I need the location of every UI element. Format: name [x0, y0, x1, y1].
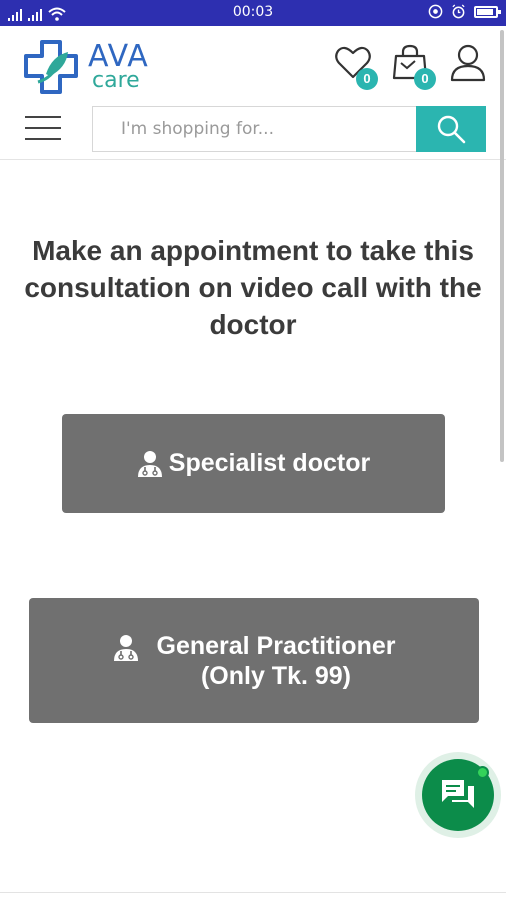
- user-icon: [450, 44, 486, 82]
- menu-icon[interactable]: [25, 116, 61, 142]
- battery-icon: [474, 5, 501, 18]
- gp-label-line2: (Only Tk. 99): [200, 661, 352, 690]
- wishlist-count-badge: 0: [356, 68, 378, 90]
- account-button[interactable]: [450, 44, 490, 84]
- battery-level: [477, 8, 493, 15]
- page-heading: Make an appointment to take this consult…: [24, 235, 482, 340]
- online-status-dot: [476, 766, 489, 779]
- alarm-icon: [452, 4, 465, 19]
- bottom-divider: [0, 892, 506, 893]
- doctor-icon: [113, 634, 138, 661]
- cart-count-badge: 0: [414, 68, 436, 90]
- search-input[interactable]: [93, 107, 416, 151]
- search-icon: [437, 115, 466, 144]
- specialist-doctor-label: Specialist doctor: [168, 449, 371, 477]
- page-scrollbar[interactable]: [500, 30, 504, 462]
- chat-icon: [442, 780, 474, 808]
- search-button[interactable]: [416, 106, 486, 152]
- specialist-doctor-button[interactable]: Specialist doctor: [62, 414, 445, 513]
- logo[interactable]: AVA care: [22, 38, 149, 96]
- app-header: AVA care 0 0: [0, 26, 506, 160]
- logo-text: AVA care: [88, 42, 149, 92]
- gp-label-line1: General Practitioner: [156, 631, 396, 660]
- general-practitioner-button[interactable]: General Practitioner (Only Tk. 99): [29, 598, 479, 723]
- general-practitioner-label: General Practitioner (Only Tk. 99): [157, 631, 396, 691]
- medical-cross-logo-icon: [24, 40, 78, 94]
- status-bar: 00:03: [0, 0, 506, 26]
- cart-button[interactable]: 0: [392, 44, 436, 90]
- wishlist-button[interactable]: 0: [334, 44, 378, 90]
- status-right: [428, 4, 501, 19]
- search-bar: [92, 106, 486, 152]
- doctor-icon: [137, 450, 162, 477]
- vpn-icon: [428, 4, 443, 19]
